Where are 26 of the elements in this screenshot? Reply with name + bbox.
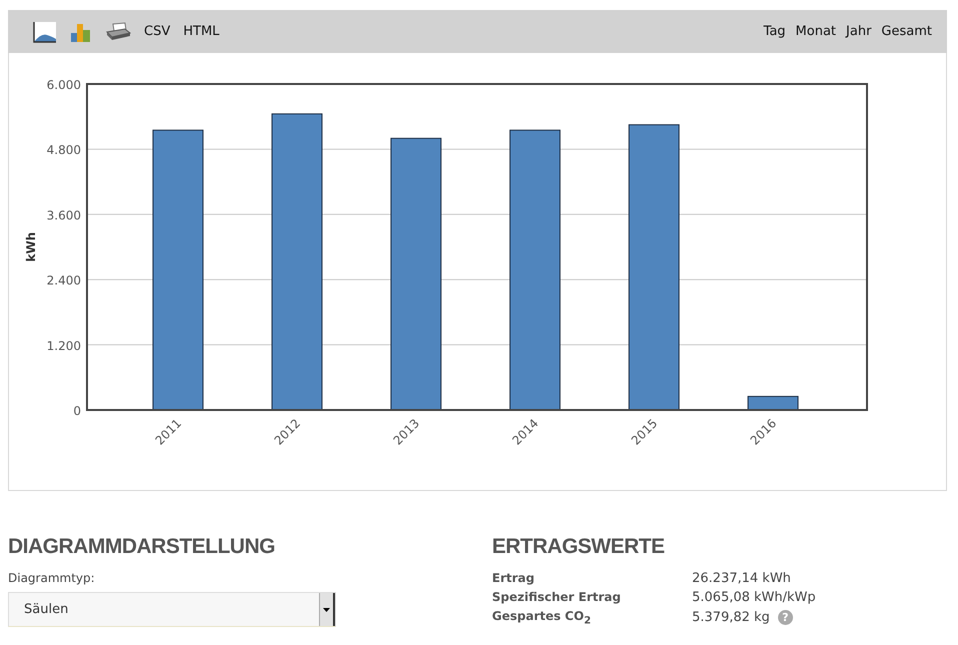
y-axis-label: kWh <box>24 232 38 262</box>
period-link[interactable]: Gesamt <box>881 24 932 39</box>
value-label: Ertrag <box>492 571 536 586</box>
printer-icon[interactable] <box>105 22 131 42</box>
y-tick-label: 3.600 <box>46 208 81 222</box>
export-link[interactable]: CSV <box>144 24 170 39</box>
value-label: Gespartes CO$_{2}$ <box>492 609 592 626</box>
value-text: 5.065,08 kWh/kWp <box>692 590 816 605</box>
y-tick-label: 0 <box>73 404 81 418</box>
bar <box>748 396 798 410</box>
value-text: 5.379,82 kg <box>692 610 770 626</box>
area-chart-icon[interactable] <box>33 20 57 42</box>
chart-type-dropdown[interactable]: Säulen <box>8 592 336 627</box>
value-label: Spezifischer Ertrag <box>492 590 622 605</box>
field-label: Diagrammtyp: <box>8 571 96 585</box>
y-tick-label: 2.400 <box>46 274 81 288</box>
y-tick-label: 4.800 <box>46 143 81 158</box>
section-heading: ERTRAGSWERTE <box>492 535 666 559</box>
y-tick-label: 1.200 <box>46 338 81 353</box>
period-link[interactable]: Jahr <box>846 24 872 39</box>
period-link[interactable]: Monat <box>796 24 836 39</box>
section-heading: DIAGRAMMDARSTELLUNG <box>8 535 276 559</box>
value-text: 26.237,14 kWh <box>692 571 791 586</box>
y-tick-label: 6.000 <box>46 78 81 92</box>
export-link[interactable]: HTML <box>183 24 220 39</box>
period-link[interactable]: Tag <box>764 24 786 39</box>
